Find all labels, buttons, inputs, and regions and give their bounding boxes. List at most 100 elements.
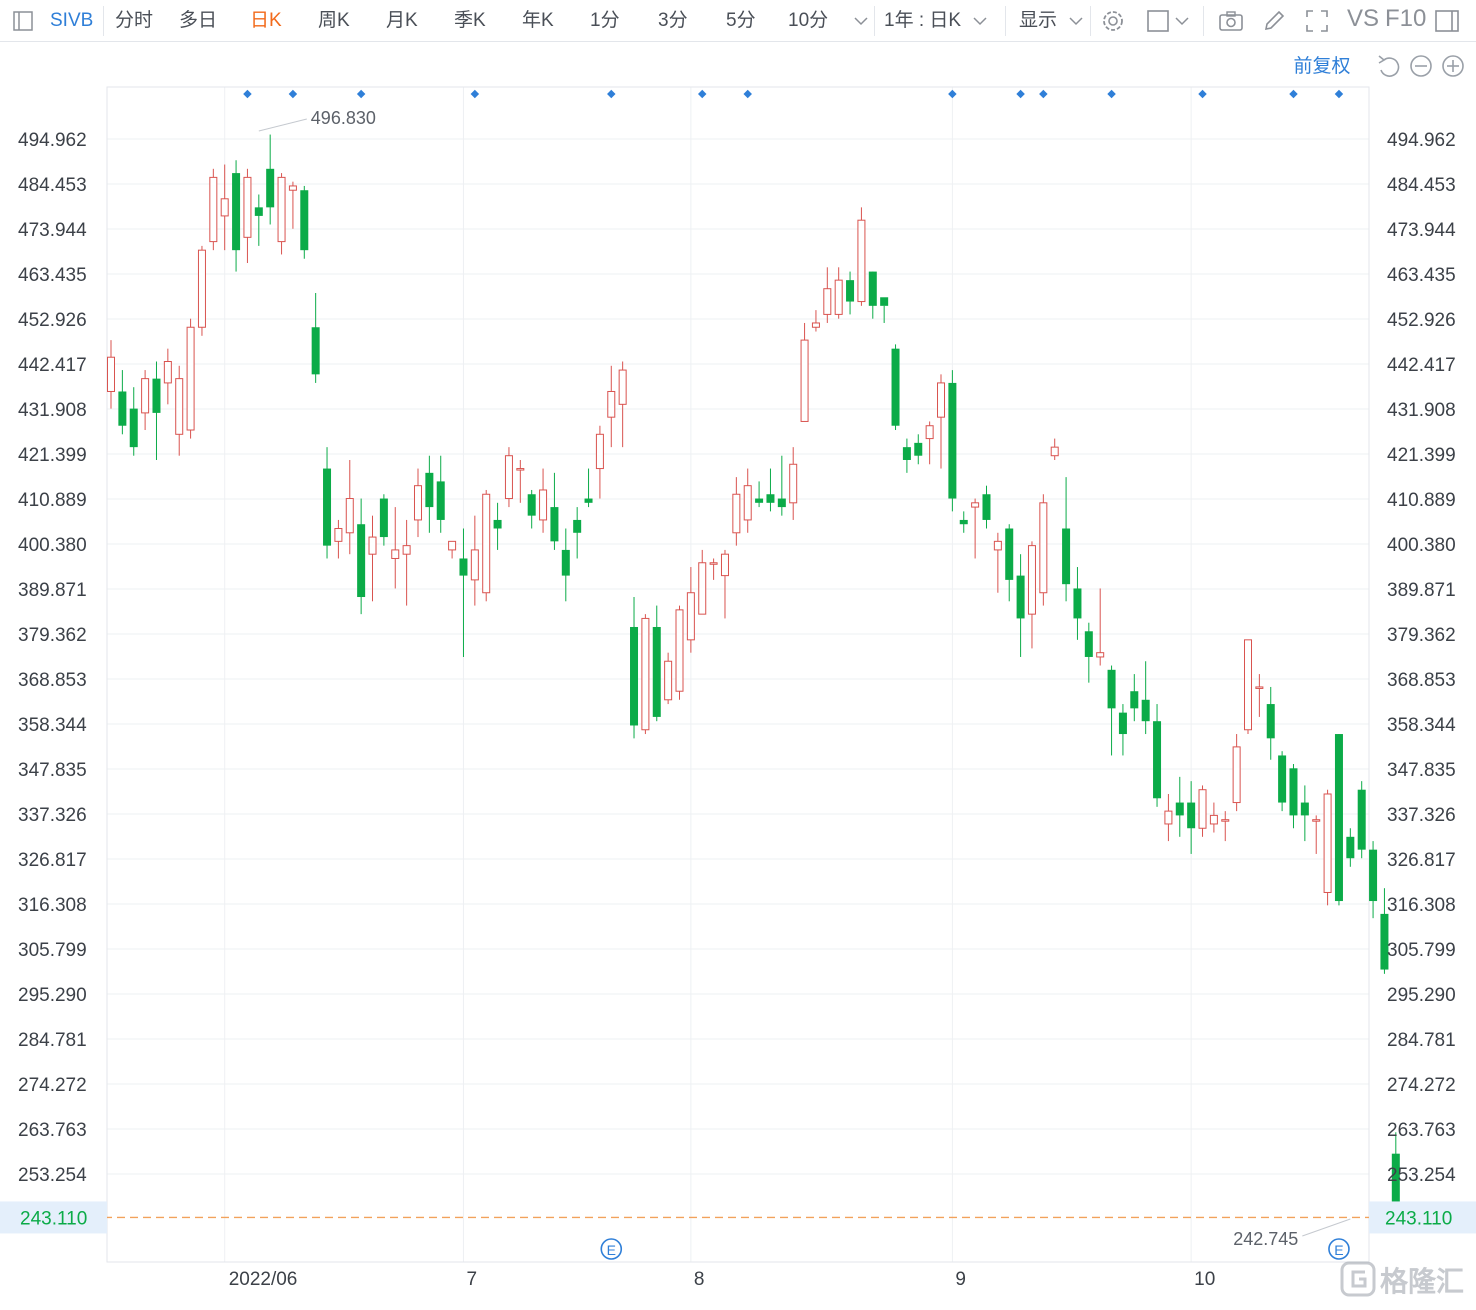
candle-body xyxy=(459,558,468,576)
candle[interactable] xyxy=(504,447,513,508)
candle-body xyxy=(186,326,195,431)
tab-multi-day[interactable]: 多日 xyxy=(179,8,217,34)
camera-icon[interactable] xyxy=(1217,7,1245,35)
candle[interactable] xyxy=(186,318,195,439)
candle-body xyxy=(971,502,980,508)
earnings-event-icon[interactable]: E xyxy=(600,1238,623,1260)
period-dropdown-icon[interactable] xyxy=(847,7,875,35)
candle-body xyxy=(1016,575,1025,619)
candle[interactable] xyxy=(1039,494,1048,606)
candle-body xyxy=(357,524,366,598)
y-tick-label-left: 368.853 xyxy=(18,670,87,691)
candle[interactable] xyxy=(891,344,900,431)
candle-body xyxy=(880,297,889,306)
x-tick-label: 8 xyxy=(694,1269,705,1290)
current-price-label-left: 243.110 xyxy=(20,1208,87,1229)
fullscreen-icon[interactable] xyxy=(1303,7,1331,35)
tab-weekly-k[interactable]: 周K xyxy=(318,8,350,34)
candle-body xyxy=(1062,528,1071,585)
candle[interactable] xyxy=(857,207,866,306)
y-tick-label-right: 368.853 xyxy=(1387,670,1456,691)
tab-10min[interactable]: 10分 xyxy=(788,8,828,34)
panel-toggle-icon[interactable] xyxy=(1433,7,1461,35)
compare-vs-button[interactable]: VS xyxy=(1347,6,1379,32)
pencil-icon[interactable] xyxy=(1260,7,1288,35)
y-tick-label-left: 253.254 xyxy=(18,1165,87,1186)
y-tick-label-left: 347.835 xyxy=(18,760,87,781)
range-dropdown-icon[interactable] xyxy=(966,7,994,35)
candle-body xyxy=(425,472,434,508)
y-tick-label-left: 431.908 xyxy=(18,400,87,421)
candle[interactable] xyxy=(675,605,684,700)
watermark-text: 格隆汇 xyxy=(1380,1266,1464,1297)
candle-body xyxy=(732,493,741,534)
candle-body xyxy=(834,279,843,315)
display-dropdown-icon[interactable] xyxy=(1062,7,1090,35)
symbol-label[interactable]: SIVB xyxy=(50,8,93,34)
f10-button[interactable]: F10 xyxy=(1385,6,1426,32)
candle-body xyxy=(630,626,639,726)
candle[interactable] xyxy=(482,489,491,602)
y-tick-label-left: 452.926 xyxy=(18,310,87,331)
candle[interactable] xyxy=(641,614,650,735)
layout-dropdown-icon[interactable] xyxy=(1168,7,1196,35)
candle-body xyxy=(1278,755,1287,803)
candle-body xyxy=(1289,768,1298,816)
y-tick-label-right: 326.817 xyxy=(1387,850,1456,871)
candle-body xyxy=(1244,639,1252,731)
candle-body xyxy=(925,425,934,440)
candle[interactable] xyxy=(1334,734,1343,906)
y-tick-label-right: 379.362 xyxy=(1387,625,1456,646)
sidebar-toggle-icon[interactable] xyxy=(10,7,38,35)
candle-body xyxy=(1198,789,1207,829)
tab-quarterly-k[interactable]: 季K xyxy=(454,8,486,34)
y-tick-label-right: 389.871 xyxy=(1387,580,1456,601)
candle[interactable] xyxy=(948,370,957,512)
y-tick-label-left: 484.453 xyxy=(18,175,87,196)
candle-body xyxy=(277,176,286,243)
candle[interactable] xyxy=(1244,639,1252,735)
candle-body xyxy=(1266,704,1275,739)
candle-body xyxy=(857,219,866,303)
tab-monthly-k[interactable]: 月K xyxy=(386,8,418,34)
tab-intraday[interactable]: 分时 xyxy=(115,8,153,34)
candle-body xyxy=(1027,545,1036,615)
tab-yearly-k[interactable]: 年K xyxy=(522,8,554,34)
y-tick-label-left: 316.308 xyxy=(18,895,87,916)
chart-area[interactable]: 243.110 243.110 496.830 242.745 E E 494.962… xyxy=(0,42,1476,1305)
candle[interactable] xyxy=(300,185,309,259)
tab-5min[interactable]: 5分 xyxy=(726,8,756,34)
candle-body xyxy=(1164,810,1173,825)
y-tick-label-left: 410.889 xyxy=(18,490,87,511)
candle[interactable] xyxy=(1323,789,1332,906)
y-tick-label-left: 473.944 xyxy=(18,220,87,241)
candle-body xyxy=(334,528,343,542)
tab-daily-k[interactable]: 日K xyxy=(250,8,282,34)
candle-body xyxy=(982,494,991,520)
tab-1min[interactable]: 1分 xyxy=(590,8,620,34)
y-tick-label-left: 295.290 xyxy=(18,985,87,1006)
candle-body xyxy=(1141,699,1150,722)
kline-chart[interactable]: 243.110 243.110 496.830 242.745 E E 494.962… xyxy=(0,42,1476,1305)
candle-body xyxy=(1312,819,1321,822)
candle[interactable] xyxy=(209,168,218,251)
candle-body xyxy=(1209,814,1218,825)
candle-body xyxy=(254,207,263,216)
candle-body xyxy=(777,498,786,508)
y-tick-label-right: 431.908 xyxy=(1387,400,1456,421)
candle-body xyxy=(470,549,479,581)
candle[interactable] xyxy=(197,245,206,336)
display-menu[interactable]: 显示 xyxy=(1019,8,1057,34)
candle[interactable] xyxy=(1278,751,1287,812)
gear-icon[interactable] xyxy=(1099,7,1127,35)
earnings-event-icon[interactable]: E xyxy=(1328,1238,1350,1260)
range-select[interactable]: 1年 : 日K xyxy=(884,8,961,34)
candle-body xyxy=(584,498,593,503)
tab-3min[interactable]: 3分 xyxy=(658,8,688,34)
candle[interactable] xyxy=(1357,781,1366,859)
candle-body xyxy=(175,378,184,435)
adjust-mode-label[interactable]: 前复权 xyxy=(1293,55,1350,77)
candle-body xyxy=(664,660,673,701)
y-tick-label-left: 494.962 xyxy=(18,130,87,151)
y-tick-label-right: 494.962 xyxy=(1387,130,1456,151)
